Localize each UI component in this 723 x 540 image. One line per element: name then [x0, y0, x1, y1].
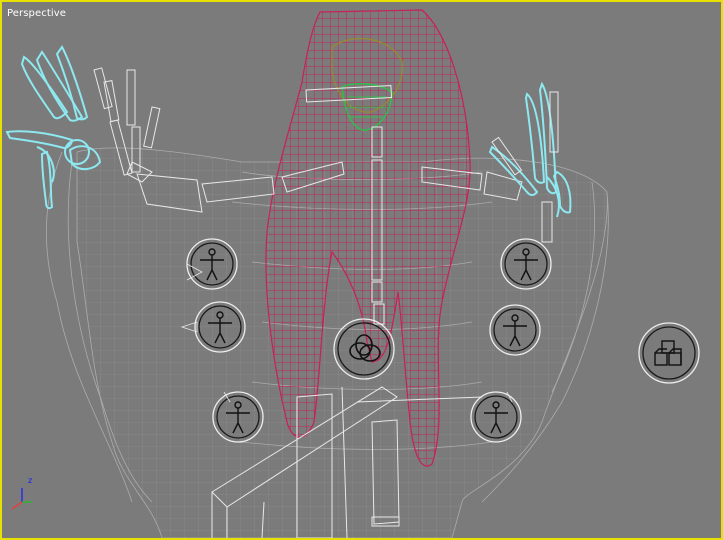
axis-z-label: z [28, 476, 33, 485]
object-controller[interactable] [638, 322, 700, 384]
axis-tripod [11, 488, 32, 510]
scene-canvas[interactable] [2, 2, 721, 538]
perspective-viewport[interactable]: Perspective z [0, 0, 723, 540]
boxes-icon [654, 340, 682, 366]
